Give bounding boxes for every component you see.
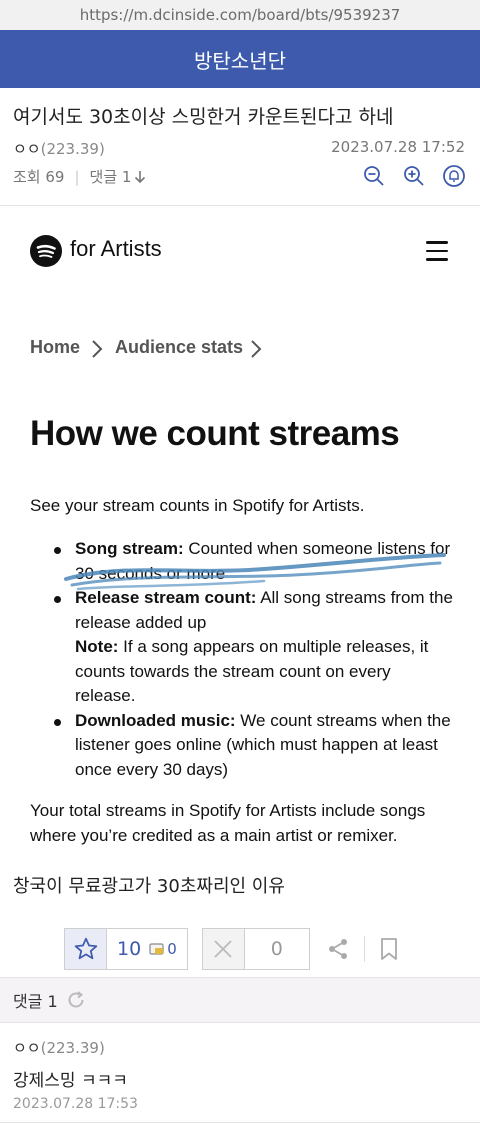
share-icon[interactable]: [326, 937, 350, 961]
downvote-box[interactable]: 0: [201, 928, 310, 970]
action-bar: 10 0 0: [64, 928, 399, 970]
close-icon: [214, 940, 232, 958]
bullet-dot: [54, 547, 61, 554]
author-ip: (223.39): [40, 140, 105, 158]
brand-name: for Artists: [70, 236, 162, 261]
comment-date: 2023.07.28 17:53: [13, 1096, 138, 1112]
breadcrumb-home: Home: [30, 337, 81, 357]
spotify-logo-icon: [30, 235, 62, 267]
note-text: If a song appears on multiple releases, …: [75, 637, 429, 705]
author-nick: ㅇㅇ: [13, 140, 41, 158]
post-title: 여기서도 30초이상 스밍한거 카운트된다고 하네: [13, 106, 394, 128]
refresh-icon[interactable]: [66, 990, 86, 1010]
embed-heading: How we count streams: [30, 414, 400, 453]
post-date: 2023.07.28 17:52: [331, 138, 465, 156]
zoom-out-icon[interactable]: [362, 164, 386, 188]
divider: |: [74, 167, 80, 186]
chevron-right-icon: [251, 340, 262, 358]
recommend-counts: 10 0: [107, 938, 187, 960]
menu-icon: [426, 241, 448, 267]
recommend-button[interactable]: [65, 929, 107, 969]
zoom-in-icon[interactable]: [402, 164, 426, 188]
divider: [0, 205, 480, 206]
divider: [363, 936, 365, 962]
arrow-down-icon: [135, 170, 146, 183]
share-group: [326, 936, 399, 962]
downvote-button[interactable]: [202, 929, 245, 969]
bullet-label: Downloaded music:: [75, 710, 236, 730]
downvote-count: 0: [270, 938, 283, 960]
comment-nick: ㅇㅇ: [13, 1039, 41, 1057]
bullet-dot: [54, 718, 61, 726]
note-label: Note:: [75, 637, 119, 656]
recommend-count: 10: [117, 938, 142, 960]
comment-header: 댓글 1: [0, 977, 480, 1023]
views-count: 조회 69: [13, 168, 65, 186]
fixed-recommend: 0: [149, 940, 177, 958]
highlight-scribble: [64, 553, 446, 591]
list-item: Release stream count: All song streams f…: [54, 586, 454, 709]
post-stats: 조회 69 | 댓글 1: [13, 166, 146, 187]
board-header[interactable]: 방탄소년단: [0, 30, 480, 88]
fixed-recommend-count: 0: [167, 940, 177, 958]
post-author[interactable]: ㅇㅇ(223.39): [13, 138, 105, 159]
breadcrumb-current: Audience stats: [115, 337, 244, 357]
url-text: https://m.dcinside.com/board/bts/9539237: [79, 6, 401, 24]
post-tools: [362, 164, 466, 188]
address-bar[interactable]: https://m.dcinside.com/board/bts/9539237: [0, 0, 480, 30]
comments-link[interactable]: 댓글 1: [90, 166, 147, 187]
board-title: 방탄소년단: [194, 48, 286, 73]
fixed-user-icon: [149, 943, 164, 955]
divider: [0, 1122, 480, 1123]
comment-ip: (223.39): [40, 1039, 105, 1057]
list-item: Downloaded music: We count streams when …: [54, 709, 454, 783]
bookmark-icon[interactable]: [379, 937, 399, 961]
bullet-dot: [54, 596, 61, 603]
recommend-box[interactable]: 10 0: [64, 928, 188, 970]
chevron-right-icon: [92, 340, 103, 358]
embed-intro: See your stream counts in Spotify for Ar…: [30, 496, 365, 515]
notification-icon[interactable]: [442, 164, 466, 188]
post-meta: ㅇㅇ(223.39) 2023.07.28 17:52: [13, 138, 465, 159]
comment-author: ㅇㅇ(223.39): [13, 1037, 105, 1058]
post-caption: 창국이 무료광고가 30초짜리인 이유: [13, 876, 285, 897]
comments-count: 댓글 1: [89, 168, 132, 186]
star-icon: [74, 937, 97, 960]
comment-text: 강제스밍 ㅋㅋㅋ: [13, 1071, 128, 1091]
embed-outro: Your total streams in Spotify for Artist…: [30, 801, 426, 845]
comment-count: 댓글 1: [13, 992, 58, 1011]
